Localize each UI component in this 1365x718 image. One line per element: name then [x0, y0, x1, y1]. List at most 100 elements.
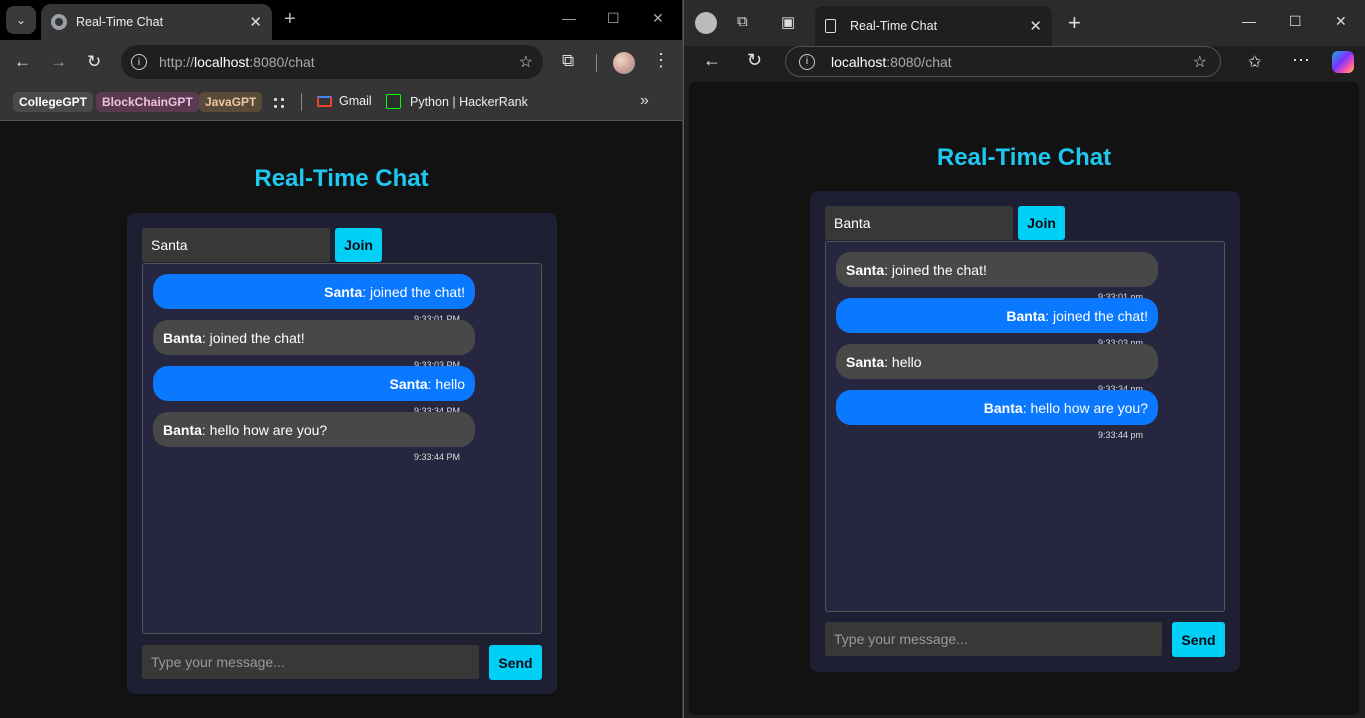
- message-bubble: Santa: joined the chat!: [153, 274, 475, 309]
- close-tab-icon[interactable]: ✕: [249, 13, 262, 31]
- message-user: Santa: [846, 353, 885, 370]
- bookmark-blockchaingpt[interactable]: BlockChainGPT: [96, 92, 199, 112]
- message-text: : hello how are you?: [201, 421, 328, 438]
- message-bubble: Banta: hello how are you?: [153, 412, 475, 447]
- message-user: Banta: [163, 329, 202, 346]
- extensions-icon[interactable]: ⧉: [562, 51, 574, 71]
- message-text: : hello: [427, 375, 465, 392]
- toolbar-divider: [596, 54, 597, 72]
- message-user: Santa: [389, 375, 428, 392]
- new-tab-button[interactable]: +: [284, 8, 296, 31]
- message-bubble: Banta: joined the chat!: [153, 320, 475, 355]
- toolbar: ← ↻ i localhost:8080/chat ☆ ✩ ⋯: [684, 46, 1365, 80]
- tab-title: Real-Time Chat: [850, 19, 938, 33]
- bookmark-javagpt[interactable]: JavaGPT: [199, 92, 263, 112]
- message-input[interactable]: Type your message...: [142, 645, 479, 679]
- globe-icon: [51, 14, 67, 30]
- tab-real-time-chat[interactable]: Real-Time Chat ✕: [41, 4, 272, 40]
- url-host: localhost: [831, 53, 887, 70]
- profile-avatar[interactable]: [613, 52, 635, 74]
- copilot-icon[interactable]: [1332, 51, 1354, 73]
- chat-messages[interactable]: Santa: joined the chat! 9:33:01 PM Banta…: [142, 263, 542, 634]
- message-user: Banta: [983, 399, 1023, 416]
- message-user: Santa: [846, 261, 885, 278]
- workspaces-icon[interactable]: ⧉: [737, 13, 748, 30]
- more-menu-icon[interactable]: ⋯: [1292, 50, 1310, 71]
- close-window-icon[interactable]: ✕: [652, 10, 664, 27]
- maximize-icon[interactable]: ☐: [607, 10, 620, 27]
- message-user: Santa: [324, 283, 363, 300]
- tab-title: Real-Time Chat: [76, 15, 164, 29]
- message-text: : joined the chat!: [201, 329, 305, 346]
- send-button[interactable]: Send: [489, 645, 542, 680]
- chevron-down-icon: ⌄: [15, 13, 27, 27]
- bookmark-gmail[interactable]: Gmail: [317, 94, 372, 108]
- url-host: localhost: [194, 54, 250, 70]
- close-tab-icon[interactable]: ✕: [1029, 17, 1042, 35]
- site-info-icon[interactable]: i: [131, 54, 147, 70]
- apps-grid-icon[interactable]: [272, 96, 286, 110]
- join-button[interactable]: Join: [1018, 206, 1065, 240]
- address-bar[interactable]: i http://localhost:8080/chat ☆: [121, 45, 543, 79]
- message-timestamp: 9:33:44 PM: [414, 452, 461, 462]
- chat-container: Santa Join Santa: joined the chat! 9:33:…: [127, 213, 557, 694]
- message-text: : hello how are you?: [1022, 399, 1148, 416]
- url-path: :8080/chat: [886, 53, 952, 70]
- minimize-icon[interactable]: —: [562, 10, 576, 26]
- bookmark-hackerrank[interactable]: Python | HackerRank: [386, 94, 528, 109]
- message-text: : joined the chat!: [884, 261, 987, 278]
- profile-avatar[interactable]: [695, 12, 717, 34]
- gmail-icon: [317, 95, 332, 107]
- tab-strip: ⌄ Real-Time Chat ✕ + — ☐ ✕: [0, 0, 682, 40]
- bookmark-gmail-label: Gmail: [339, 94, 372, 108]
- page-viewport: Real-Time Chat Banta Join Santa: joined …: [689, 82, 1359, 715]
- bookmarks-bar: CollegeGPT BlockChainGPT JavaGPT Gmail P…: [0, 84, 682, 121]
- reload-icon[interactable]: ↻: [747, 50, 762, 71]
- username-input[interactable]: Santa: [142, 228, 330, 262]
- minimize-icon[interactable]: —: [1242, 13, 1256, 29]
- tab-real-time-chat[interactable]: Real-Time Chat ✕: [815, 6, 1052, 46]
- tab-search-button[interactable]: ⌄: [6, 6, 36, 34]
- message-bubble: Santa: hello: [836, 344, 1158, 379]
- more-bookmarks-icon[interactable]: »: [640, 92, 649, 110]
- page-icon: [825, 19, 836, 33]
- back-icon[interactable]: ←: [703, 50, 721, 71]
- username-input[interactable]: Banta: [825, 206, 1013, 240]
- forward-icon[interactable]: →: [50, 52, 67, 72]
- address-bar[interactable]: i localhost:8080/chat ☆: [785, 46, 1221, 77]
- url-scheme: http://: [159, 54, 195, 70]
- favorite-star-icon[interactable]: ☆: [1193, 52, 1207, 72]
- message-user: Banta: [163, 421, 202, 438]
- message-bubble: Santa: joined the chat!: [836, 252, 1158, 287]
- page-title: Real-Time Chat: [254, 165, 429, 192]
- message-text: : hello: [884, 353, 922, 370]
- chat-messages[interactable]: Santa: joined the chat! 9:33:01 pm Banta…: [825, 241, 1225, 612]
- toolbar: ← → ↻ i http://localhost:8080/chat ☆ ⧉ ⋮: [0, 40, 682, 84]
- tab-actions-icon[interactable]: ▣: [781, 13, 795, 31]
- message-bubble: Santa: hello: [153, 366, 475, 401]
- maximize-icon[interactable]: ☐: [1289, 13, 1302, 30]
- reload-icon[interactable]: ↻: [87, 52, 101, 72]
- new-tab-button[interactable]: +: [1068, 10, 1081, 36]
- chat-container: Banta Join Santa: joined the chat! 9:33:…: [810, 191, 1240, 672]
- message-user: Banta: [1006, 307, 1046, 324]
- more-menu-icon[interactable]: ⋮: [652, 50, 670, 71]
- message-bubble: Banta: hello how are you?: [836, 390, 1158, 425]
- site-info-icon[interactable]: i: [799, 53, 815, 70]
- back-icon[interactable]: ←: [14, 52, 31, 72]
- chrome-window: ⌄ Real-Time Chat ✕ + — ☐ ✕ ← → ↻ i http:…: [0, 0, 683, 718]
- favorites-icon[interactable]: ✩: [1248, 52, 1261, 72]
- edge-window: ⧉ ▣ Real-Time Chat ✕ + — ☐ ✕ ← ↻ i local…: [684, 0, 1365, 718]
- bookmark-star-icon[interactable]: ☆: [519, 52, 533, 72]
- hackerrank-icon: [386, 94, 401, 109]
- join-button[interactable]: Join: [335, 228, 382, 262]
- message-timestamp: 9:33:44 pm: [1098, 430, 1144, 440]
- bookmark-collegegpt[interactable]: CollegeGPT: [13, 92, 94, 112]
- page-title: Real-Time Chat: [936, 144, 1112, 171]
- url-path: :8080/chat: [249, 54, 315, 70]
- message-text: : joined the chat!: [1045, 307, 1148, 324]
- tab-strip: ⧉ ▣ Real-Time Chat ✕ + — ☐ ✕: [684, 0, 1365, 46]
- send-button[interactable]: Send: [1172, 622, 1225, 657]
- message-input[interactable]: Type your message...: [825, 622, 1162, 656]
- close-window-icon[interactable]: ✕: [1335, 13, 1347, 30]
